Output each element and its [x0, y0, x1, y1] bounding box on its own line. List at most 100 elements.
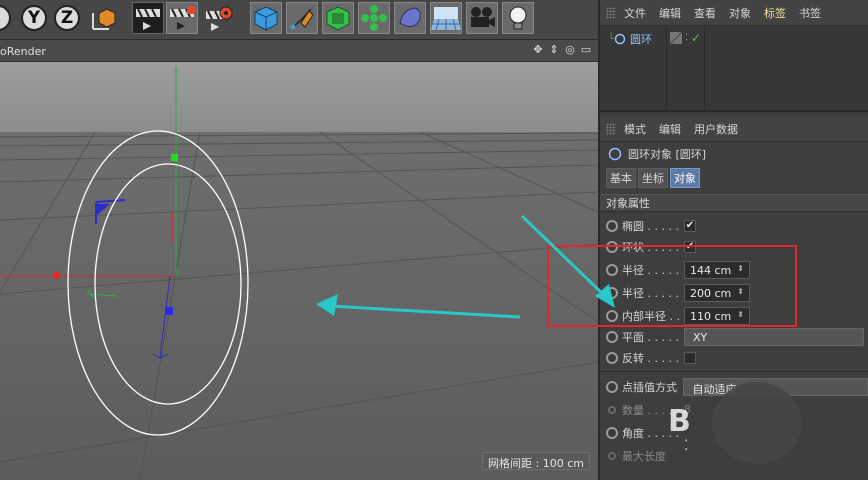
prop-interpolation-label: 点插值方式 — [622, 380, 677, 394]
x-axis-lock-icon[interactable] — [0, 2, 14, 34]
divider — [600, 371, 868, 372]
circle-spline-icon — [614, 33, 626, 45]
radius-1-value: 144 cm — [690, 263, 732, 277]
animate-radio[interactable] — [608, 451, 616, 460]
cube-primitive-icon[interactable] — [250, 2, 282, 34]
spinner-icon[interactable]: ⬍ — [737, 287, 744, 299]
menu-tags[interactable]: 标签 — [764, 5, 786, 21]
spinner-icon[interactable]: ⬍ — [737, 264, 744, 276]
prop-plane-label: 平面 . . . . . — [622, 331, 679, 344]
viewport-title: oRender — [0, 45, 46, 58]
menu-object[interactable]: 对象 — [729, 5, 751, 21]
plane-dropdown[interactable]: XY — [684, 328, 864, 346]
attribute-object-title: 圆环对象 [圆环] — [600, 142, 868, 166]
toggle-view-icon[interactable]: ▭ — [580, 44, 592, 56]
radius-1-input[interactable]: 144 cm ⬍ — [684, 260, 750, 279]
rotate-view-icon[interactable]: ◎ — [564, 44, 576, 56]
render-view-icon[interactable] — [132, 2, 164, 34]
object-manager-menu: 文件 编辑 查看 对象 标签 书签 — [600, 0, 868, 26]
menu-mode[interactable]: 模式 — [624, 121, 646, 137]
reverse-checkbox[interactable] — [684, 351, 696, 364]
animate-radio[interactable] — [606, 331, 618, 343]
enabled-check-icon[interactable]: ✓ — [691, 31, 701, 45]
animate-radio[interactable] — [606, 426, 618, 439]
menu-view[interactable]: 查看 — [694, 5, 716, 21]
ellipse-checkbox[interactable]: ✔ — [684, 219, 696, 232]
prop-radius-2: 半径 . . . . . 200 cm ⬍ — [600, 281, 868, 304]
inner-radius-input[interactable]: 110 cm ⬍ — [684, 306, 750, 325]
prop-inner-radius: 内部半径 . . 110 cm ⬍ — [600, 304, 868, 327]
panel-grip-icon[interactable] — [606, 122, 616, 135]
prop-radius-1: 半径 . . . . . 144 cm ⬍ — [600, 258, 868, 281]
object-title-text: 圆环对象 [圆环] — [628, 148, 707, 161]
viewport-navigation: ✥ ⇕ ◎ ▭ — [532, 44, 592, 56]
animate-radio[interactable] — [606, 380, 618, 393]
prop-inner-radius-label: 内部半径 . . — [622, 309, 680, 323]
camera-icon[interactable] — [466, 2, 498, 34]
radius-2-value: 200 cm — [690, 286, 732, 300]
watermark-shape — [712, 382, 802, 464]
subdivision-surface-icon[interactable] — [322, 2, 354, 34]
prop-ellipse: 椭圆 . . . . . ✔ — [600, 214, 868, 237]
menu-file[interactable]: 文件 — [624, 5, 646, 21]
tab-coordinates[interactable]: 坐标 — [638, 168, 668, 188]
visibility-dots-icon[interactable]: ⁚ — [685, 33, 688, 43]
render-settings-icon[interactable] — [202, 2, 234, 34]
menu-edit-attr[interactable]: 编辑 — [659, 121, 681, 137]
y-axis-lock-icon[interactable]: Y — [18, 2, 50, 34]
tab-object[interactable]: 对象 — [670, 168, 700, 188]
3d-viewport[interactable] — [0, 62, 598, 480]
zoom-view-icon[interactable]: ⇕ — [548, 44, 560, 56]
circle-spline-icon — [608, 147, 622, 161]
prop-ring: 环状 . . . . . ✔ — [600, 235, 868, 258]
grid-spacing-readout: 网格间距 : 100 cm — [482, 452, 590, 470]
prop-radius-1-label: 半径 . . . . . — [622, 263, 679, 277]
y-axis-label: Y — [27, 8, 41, 28]
prop-reverse-label: 反转 . . . . . — [622, 351, 679, 365]
column-separator — [704, 26, 705, 112]
layer-tag-icon[interactable] — [670, 32, 682, 44]
watermark-logo: B — [668, 404, 691, 439]
object-row-circle[interactable]: └ 圆环 — [608, 30, 652, 48]
z-axis-label: Z — [60, 8, 74, 28]
prop-ellipse-label: 椭圆 . . . . . — [622, 219, 679, 233]
menu-user-data[interactable]: 用户数据 — [694, 121, 738, 137]
pen-spline-icon[interactable] — [286, 2, 318, 34]
light-bulb-icon[interactable] — [502, 2, 534, 34]
object-list[interactable]: └ 圆环 ⁚ ✓ — [600, 26, 868, 112]
prop-max-length-label: 最大长度 — [622, 449, 666, 463]
animate-radio[interactable] — [608, 405, 616, 414]
tab-basic[interactable]: 基本 — [606, 168, 636, 188]
animate-radio[interactable] — [606, 351, 618, 364]
viewport-scene — [0, 62, 598, 480]
prop-reverse: 反转 . . . . . — [600, 347, 868, 368]
attribute-tabs: 基本 坐标 对象 — [600, 168, 868, 188]
radius-2-input[interactable]: 200 cm ⬍ — [684, 283, 750, 302]
panel-grip-icon[interactable] — [606, 6, 616, 19]
object-name[interactable]: 圆环 — [630, 31, 652, 47]
cloner-icon[interactable] — [358, 2, 390, 34]
z-axis-lock-icon[interactable]: Z — [51, 2, 83, 34]
spinner-icon[interactable]: ⬍ — [737, 310, 744, 322]
floor-scene-icon[interactable] — [430, 2, 462, 34]
menu-edit[interactable]: 编辑 — [659, 5, 681, 21]
watermark-dots: ⁚ — [684, 438, 689, 454]
coordinate-system-icon[interactable] — [86, 2, 118, 34]
app-window: Y Z oRender ✥ ⇕ ◎ ▭ 文件 编辑 查看 对象 标签 书签 └ … — [0, 0, 868, 480]
object-properties-header: 对象属性 — [600, 194, 868, 212]
deformer-icon[interactable] — [394, 2, 426, 34]
viewport-header: oRender ✥ ⇕ ◎ ▭ — [0, 40, 598, 62]
move-view-icon[interactable]: ✥ — [532, 44, 544, 56]
main-toolbar: Y Z — [0, 0, 598, 40]
callout-arrow — [520, 214, 615, 308]
object-visibility-tags: ⁚ ✓ — [670, 31, 701, 45]
prop-radius-2-label: 半径 . . . . . — [622, 286, 679, 300]
prop-plane: 平面 . . . . . XY — [600, 327, 868, 347]
prop-ring-label: 环状 . . . . . — [622, 240, 679, 254]
ring-checkbox[interactable]: ✔ — [684, 240, 696, 253]
inner-radius-value: 110 cm — [690, 309, 732, 323]
attribute-manager-menu: 模式 编辑 用户数据 — [600, 116, 868, 142]
column-separator — [666, 26, 667, 112]
render-to-picture-viewer-icon[interactable] — [166, 2, 198, 34]
menu-bookmarks[interactable]: 书签 — [799, 5, 821, 21]
